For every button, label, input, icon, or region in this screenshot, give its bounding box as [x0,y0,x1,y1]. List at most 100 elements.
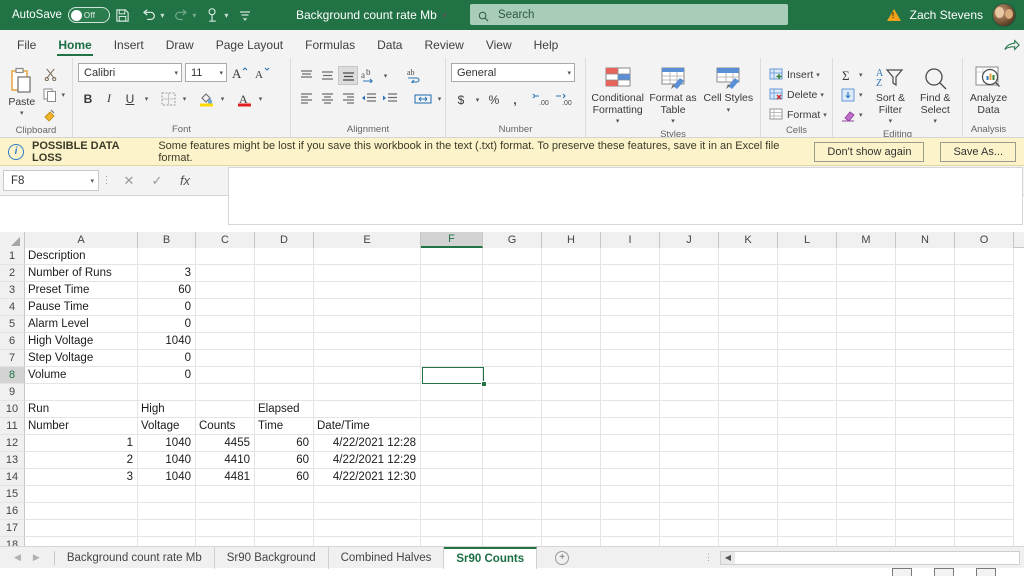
cell-J12[interactable] [660,435,719,452]
cell-L3[interactable] [778,282,837,299]
cell-J14[interactable] [660,469,719,486]
column-header-o[interactable]: O [955,232,1014,248]
cell-C4[interactable] [196,299,255,316]
cell-F9[interactable] [421,384,483,401]
user-name[interactable]: Zach Stevens [910,8,983,22]
cell-I1[interactable] [601,248,660,265]
cell-B7[interactable]: 0 [138,350,196,367]
cell-M8[interactable] [837,367,896,384]
cell-H16[interactable] [542,503,601,520]
column-header-f[interactable]: F [421,232,483,248]
ribbon-tab-home[interactable]: Home [47,35,102,58]
cell-B15[interactable] [138,486,196,503]
row-header-5[interactable]: 5 [0,316,25,333]
sort-filter-dropdown-icon[interactable]: ▾ [889,116,893,128]
cell-C2[interactable] [196,265,255,282]
cell-K3[interactable] [719,282,778,299]
cell-B5[interactable]: 0 [138,316,196,333]
cell-A7[interactable]: Step Voltage [25,350,138,367]
customize-quick-access-icon[interactable] [232,3,258,27]
cell-F13[interactable] [421,452,483,469]
cell-E9[interactable] [314,384,421,401]
find-select-dropdown-icon[interactable]: ▾ [933,116,937,128]
find-select-button[interactable]: Find & Select ▾ [913,63,957,128]
currency-dropdown-icon[interactable]: ▾ [472,90,483,109]
cell-C13[interactable]: 4410 [196,452,255,469]
cell-F11[interactable] [421,418,483,435]
cell-L16[interactable] [778,503,837,520]
grow-font-button[interactable]: A [230,63,250,82]
align-middle-button[interactable] [317,66,337,85]
wrap-text-button[interactable]: ab [404,66,424,85]
cell-D3[interactable] [255,282,314,299]
row-header-10[interactable]: 10 [0,401,25,418]
cell-I11[interactable] [601,418,660,435]
cell-styles-button[interactable]: Cell Styles ▾ [702,63,755,116]
cell-L10[interactable] [778,401,837,418]
cell-F12[interactable] [421,435,483,452]
format-painter-button[interactable] [40,105,67,124]
add-sheet-icon[interactable]: + [555,550,570,565]
cell-A1[interactable]: Description [25,248,138,265]
cell-K2[interactable] [719,265,778,282]
cell-M9[interactable] [837,384,896,401]
cell-O5[interactable] [955,316,1014,333]
cell-C1[interactable] [196,248,255,265]
cell-E7[interactable] [314,350,421,367]
cell-A11[interactable]: Number [25,418,138,435]
conditional-formatting-button[interactable]: Conditional Formatting ▾ [591,63,644,128]
cell-I4[interactable] [601,299,660,316]
copy-dropdown-icon[interactable]: ▾ [61,91,65,99]
cell-M3[interactable] [837,282,896,299]
cell-H9[interactable] [542,384,601,401]
cell-G14[interactable] [483,469,542,486]
cell-A8[interactable]: Volume [25,367,138,384]
cell-C3[interactable] [196,282,255,299]
cell-A9[interactable] [25,384,138,401]
row-header-7[interactable]: 7 [0,350,25,367]
cell-L12[interactable] [778,435,837,452]
cell-I10[interactable] [601,401,660,418]
autosave-switch[interactable]: Off [67,7,110,23]
cell-O8[interactable] [955,367,1014,384]
row-header-8[interactable]: 8 [0,367,25,384]
cell-B16[interactable] [138,503,196,520]
align-left-button[interactable] [296,89,316,108]
cell-E15[interactable] [314,486,421,503]
cell-F15[interactable] [421,486,483,503]
page-layout-view-icon[interactable] [934,568,954,576]
cell-F7[interactable] [421,350,483,367]
sort-filter-button[interactable]: AZ Sort & Filter ▾ [870,63,912,128]
copy-button[interactable]: ▾ [40,85,67,104]
sheet-tab-sr90-background[interactable]: Sr90 Background [215,546,329,569]
page-break-preview-icon[interactable] [976,568,996,576]
cell-A2[interactable]: Number of Runs [25,265,138,282]
number-format-combo[interactable]: General ▾ [451,63,575,82]
font-name-combo[interactable]: Calibri ▾ [78,63,182,82]
autosave-toggle[interactable]: AutoSave Off [12,7,110,23]
cell-O16[interactable] [955,503,1014,520]
row-header-2[interactable]: 2 [0,265,25,282]
cell-G11[interactable] [483,418,542,435]
cell-M5[interactable] [837,316,896,333]
cell-D14[interactable]: 60 [255,469,314,486]
name-box-dropdown-icon[interactable]: ▾ [90,177,94,185]
cell-J16[interactable] [660,503,719,520]
cell-J15[interactable] [660,486,719,503]
cell-O13[interactable] [955,452,1014,469]
cell-C7[interactable] [196,350,255,367]
cell-H12[interactable] [542,435,601,452]
document-title-dropdown-icon[interactable]: ▾ [443,11,447,20]
align-right-button[interactable] [338,89,358,108]
cell-I5[interactable] [601,316,660,333]
cell-M10[interactable] [837,401,896,418]
enter-icon[interactable]: ✓ [143,170,171,192]
cell-J17[interactable] [660,520,719,537]
align-center-button[interactable] [317,89,337,108]
cut-button[interactable] [40,65,67,84]
cell-M16[interactable] [837,503,896,520]
cell-B10[interactable]: High [138,401,196,418]
cell-D12[interactable]: 60 [255,435,314,452]
cell-E8[interactable] [314,367,421,384]
cell-N10[interactable] [896,401,955,418]
